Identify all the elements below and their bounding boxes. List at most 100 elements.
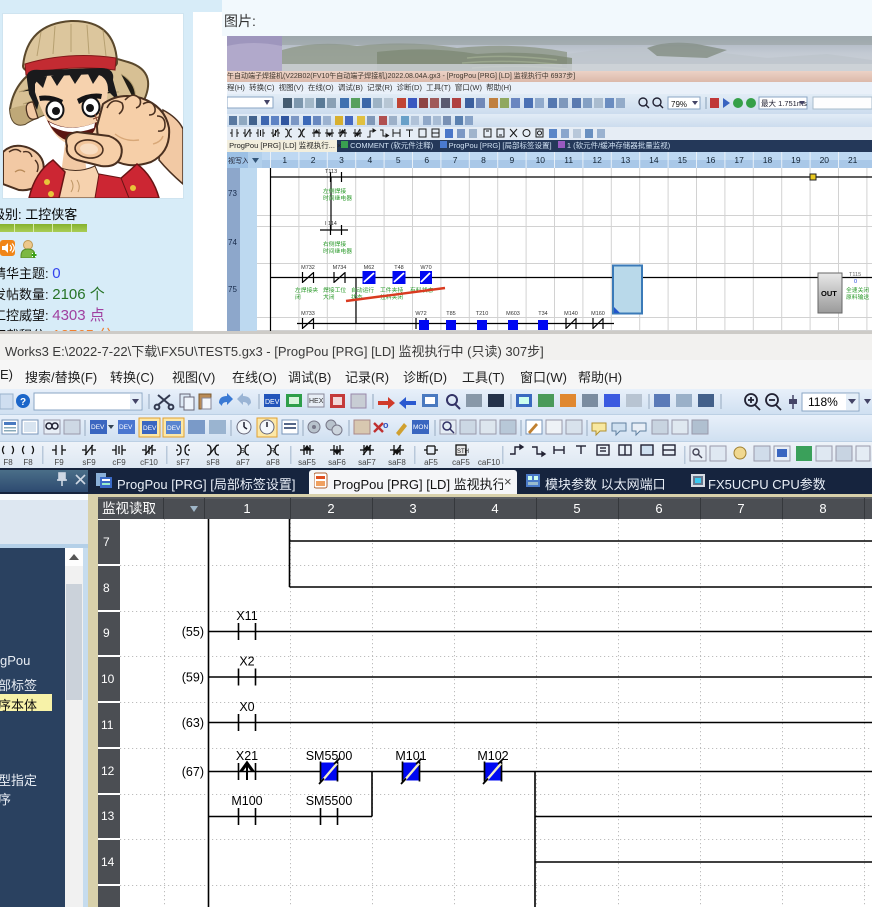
svg-text:M100: M100 <box>231 794 262 808</box>
svg-text:11: 11 <box>564 155 573 165</box>
svg-text:DEV: DEV <box>91 424 105 431</box>
svg-text:?: ? <box>20 397 26 408</box>
svg-text:14: 14 <box>101 855 115 869</box>
svg-text:118%: 118% <box>808 395 838 409</box>
svg-text:9: 9 <box>103 626 110 640</box>
svg-text:9: 9 <box>510 155 515 165</box>
svg-text:右侧焊接: 右侧焊接 <box>323 240 346 248</box>
svg-text:5: 5 <box>573 501 580 516</box>
svg-text:OUT: OUT <box>821 289 837 298</box>
svg-text:DEV: DEV <box>265 399 280 406</box>
svg-text:7: 7 <box>737 501 744 516</box>
svg-text:M101: M101 <box>395 749 426 763</box>
svg-text:aF7: aF7 <box>236 458 250 467</box>
svg-text:(55): (55) <box>182 625 204 639</box>
svg-text:16: 16 <box>706 155 716 165</box>
svg-text:焊接工位: 焊接工位 <box>323 286 346 294</box>
svg-text:5: 5 <box>396 155 401 165</box>
svg-text:F8: F8 <box>23 458 33 467</box>
svg-text:sF8: sF8 <box>206 458 220 467</box>
svg-text:I 114: I 114 <box>325 221 337 227</box>
svg-text:sF9: sF9 <box>82 458 96 467</box>
svg-text:12: 12 <box>101 764 115 778</box>
svg-text:cF10: cF10 <box>140 458 158 467</box>
svg-text:4: 4 <box>368 155 373 165</box>
svg-text:STH: STH <box>457 449 469 455</box>
svg-text:saF7: saF7 <box>358 458 376 467</box>
svg-text:74: 74 <box>228 238 237 247</box>
svg-text:X11: X11 <box>236 609 257 623</box>
svg-text:SM5500: SM5500 <box>306 749 353 763</box>
svg-text:21: 21 <box>848 155 858 165</box>
svg-text:最大 1.751ms: 最大 1.751ms <box>761 98 807 108</box>
svg-text:(63): (63) <box>182 716 204 730</box>
svg-text:W70: W70 <box>420 265 431 271</box>
svg-text:(59): (59) <box>182 671 204 685</box>
svg-text:S: S <box>240 448 245 455</box>
svg-text:18: 18 <box>763 155 773 165</box>
svg-text:左侧焊接: 左侧焊接 <box>323 187 346 195</box>
svg-text:6: 6 <box>424 155 429 165</box>
svg-text:11: 11 <box>101 718 114 732</box>
svg-text:T115: T115 <box>849 272 861 278</box>
svg-text:时间继电器: 时间继电器 <box>323 247 352 255</box>
svg-text:1: 1 <box>282 155 287 165</box>
svg-text:6: 6 <box>655 501 662 516</box>
svg-text:14: 14 <box>649 155 659 165</box>
svg-text:左焊接夹: 左焊接夹 <box>295 286 318 294</box>
svg-text:M160: M160 <box>591 311 605 317</box>
svg-text:W72: W72 <box>415 311 426 317</box>
svg-text:M734: M734 <box>333 265 347 271</box>
svg-text:M732: M732 <box>301 265 315 271</box>
svg-text:79%: 79% <box>671 100 687 109</box>
svg-text:原料输送: 原料输送 <box>846 293 869 301</box>
svg-text:T85: T85 <box>446 311 455 317</box>
svg-text:3: 3 <box>409 501 416 516</box>
svg-text:M102: M102 <box>477 749 508 763</box>
svg-text:MON: MON <box>413 424 428 431</box>
svg-text:(67): (67) <box>182 765 204 779</box>
svg-text:F9: F9 <box>54 458 64 467</box>
svg-text:saF6: saF6 <box>328 458 346 467</box>
svg-text:M62: M62 <box>364 265 375 271</box>
svg-text:15: 15 <box>678 155 688 165</box>
svg-text:8: 8 <box>819 501 826 516</box>
svg-text:10: 10 <box>101 672 115 686</box>
svg-text:8: 8 <box>481 155 486 165</box>
svg-text:SM5500: SM5500 <box>306 794 353 808</box>
svg-text:闭: 闭 <box>295 293 301 301</box>
svg-text:DEV: DEV <box>119 424 133 431</box>
svg-text:T34: T34 <box>538 311 547 317</box>
svg-text:X21: X21 <box>236 749 258 763</box>
svg-text:17: 17 <box>734 155 744 165</box>
svg-text:自动运行: 自动运行 <box>351 286 374 294</box>
svg-text:73: 73 <box>228 189 237 198</box>
svg-text:2: 2 <box>327 501 334 516</box>
svg-text:HEX: HEX <box>309 398 324 405</box>
svg-text:1: 1 <box>243 501 250 516</box>
svg-text:M603: M603 <box>506 311 520 317</box>
svg-text:全速关闭: 全速关闭 <box>846 286 869 294</box>
svg-text:X2: X2 <box>239 655 254 669</box>
svg-text:7: 7 <box>103 535 110 549</box>
svg-text:M140: M140 <box>564 311 578 317</box>
svg-text:R: R <box>270 448 275 455</box>
svg-text:监视读取: 监视读取 <box>102 501 156 516</box>
svg-text:DEV: DEV <box>143 425 157 432</box>
svg-text:M733: M733 <box>301 311 315 317</box>
svg-text:8: 8 <box>103 581 110 595</box>
svg-text:19: 19 <box>791 155 801 165</box>
svg-text:T48: T48 <box>394 265 403 271</box>
svg-text:大闭: 大闭 <box>323 293 335 301</box>
svg-text:20: 20 <box>820 155 830 165</box>
svg-text:aF8: aF8 <box>266 458 280 467</box>
svg-text:12: 12 <box>592 155 602 165</box>
svg-text:T210: T210 <box>476 311 489 317</box>
svg-text:DEV: DEV <box>167 425 181 432</box>
svg-text:4: 4 <box>491 501 498 516</box>
svg-text:caF5: caF5 <box>452 458 470 467</box>
svg-text:saF8: saF8 <box>388 458 406 467</box>
svg-text:o: o <box>383 420 389 430</box>
svg-text:sF7: sF7 <box>176 458 190 467</box>
svg-text:10: 10 <box>536 155 546 165</box>
